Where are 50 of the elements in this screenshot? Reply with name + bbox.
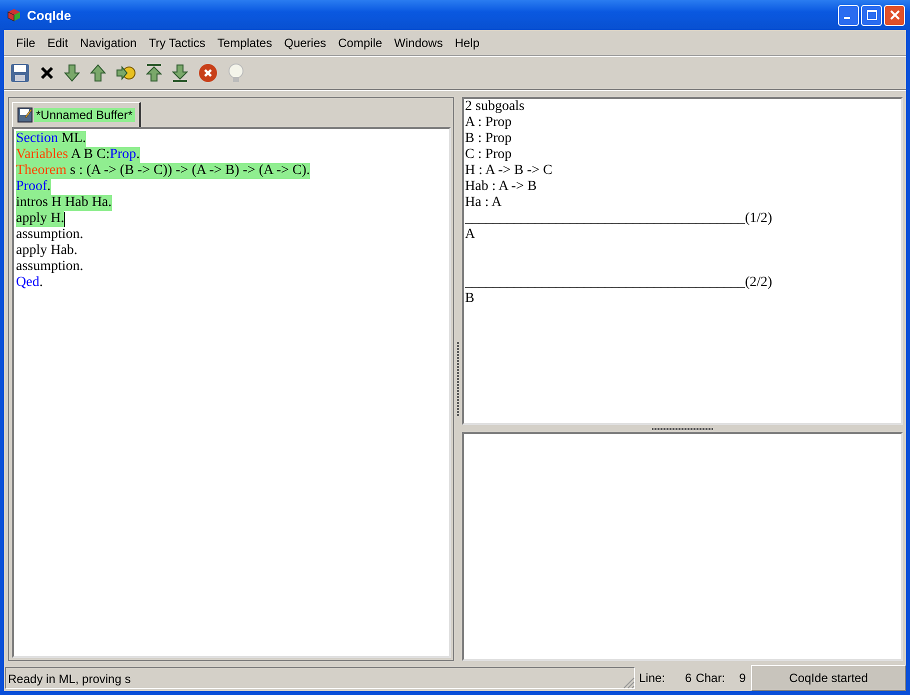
stop-icon[interactable] xyxy=(198,63,218,83)
resize-grip-icon xyxy=(621,675,635,689)
goal-separator: ________________________________________(2/2) xyxy=(465,275,774,291)
status-message: Ready in ML, proving s xyxy=(5,667,635,689)
hypothesis: Ha : A xyxy=(465,195,503,211)
char-label: Char: xyxy=(696,671,726,685)
buffer-tab[interactable]: *Unnamed Buffer* xyxy=(12,102,141,127)
menu-item[interactable]: Navigation xyxy=(74,36,143,50)
code-line: assumption. xyxy=(16,227,84,243)
arrow-down-icon[interactable] xyxy=(64,64,80,82)
char-number: 9 xyxy=(739,671,747,685)
minimize-icon xyxy=(844,17,850,19)
menu-item[interactable]: Templates xyxy=(211,36,278,50)
line-number: 6 xyxy=(685,671,692,685)
menu-item[interactable]: Compile xyxy=(332,36,388,50)
close-icon[interactable] xyxy=(40,66,54,80)
hypothesis: B : Prop xyxy=(465,131,513,147)
close-icon xyxy=(890,10,900,20)
window-title: CoqIde xyxy=(27,8,72,22)
menu-item[interactable]: Edit xyxy=(41,36,74,50)
menu-item[interactable]: Help xyxy=(448,36,486,50)
cube-icon xyxy=(7,8,21,22)
arrow-up-icon[interactable] xyxy=(90,64,106,82)
menu-item[interactable]: File xyxy=(10,36,42,50)
hypothesis: Hab : A -> B xyxy=(465,179,538,195)
line-label: Line: xyxy=(639,671,666,685)
script-editor[interactable]: Section ML. Variables A B C:Prop. Theorem s : (A -> (B -> C)) -> (A -> B) -> (A -> C). Proof. intros H Hab Ha. apply H. assumption. apply Hab. assumption. Qed. xyxy=(12,127,451,658)
minimize-button[interactable] xyxy=(838,4,859,26)
edit-file-icon xyxy=(17,107,33,123)
arrow-top-icon[interactable] xyxy=(146,64,162,82)
maximize-icon xyxy=(866,10,876,20)
goal-separator: ________________________________________(1/2) xyxy=(465,211,774,227)
code-line: apply Hab. xyxy=(16,243,78,259)
hypothesis: C : Prop xyxy=(465,147,513,163)
menu-item[interactable]: Queries xyxy=(278,36,332,50)
arrow-bottom-icon[interactable] xyxy=(172,64,188,82)
close-button[interactable] xyxy=(884,4,905,26)
code-line: assumption. xyxy=(16,259,84,275)
goal-text: A xyxy=(465,227,476,243)
goal-text: B xyxy=(465,291,476,307)
maximize-button[interactable] xyxy=(861,4,882,26)
arrow-to-dot-icon[interactable] xyxy=(116,65,136,81)
hypothesis: H : A -> B -> C xyxy=(465,163,554,179)
status-info: CoqIde started xyxy=(751,665,906,691)
menu-item[interactable]: Try Tactics xyxy=(142,36,212,50)
goal-count: 2 subgoals xyxy=(465,99,526,115)
save-icon[interactable] xyxy=(10,63,30,83)
menu-item[interactable]: Windows xyxy=(388,36,449,50)
code-line: Qed. xyxy=(16,275,43,291)
hypothesis: A : Prop xyxy=(465,115,513,131)
